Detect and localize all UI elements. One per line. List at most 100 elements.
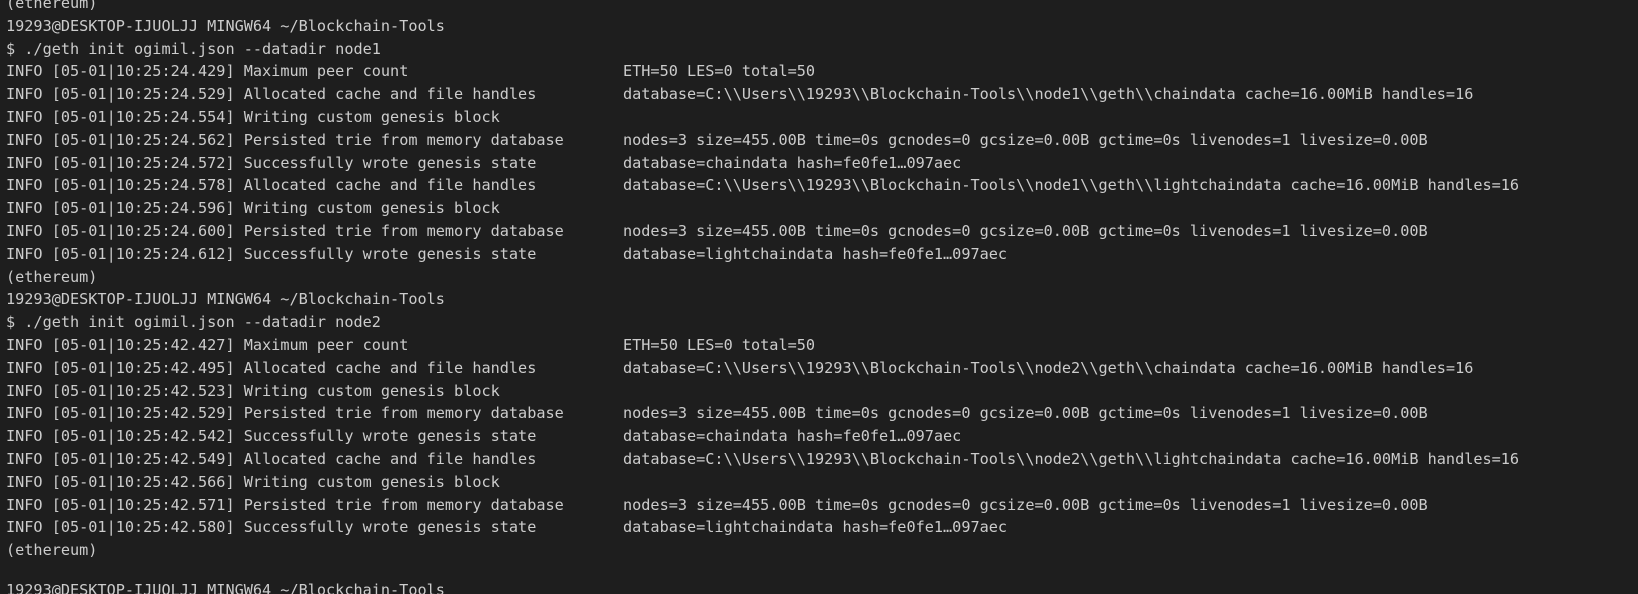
log-prefix: INFO [05-01|10:25:24.600] — [6, 221, 244, 240]
terminal-window[interactable]: (ethereum) 19293@DESKTOP-IJUOLJJ MINGW64 … — [0, 0, 1638, 594]
log-left-column: INFO [05-01|10:25:24.554] Writing custom… — [6, 106, 623, 129]
log-line: INFO [05-01|10:25:42.529] Persisted trie… — [6, 402, 1519, 425]
log-prefix: INFO [05-01|10:25:24.554] — [6, 107, 244, 126]
log-left-column: INFO [05-01|10:25:42.495] Allocated cach… — [6, 357, 623, 380]
log-message: Allocated cache and file handles — [243, 449, 537, 468]
log-prefix: INFO [05-01|10:25:42.549] — [6, 449, 244, 468]
log-left-column: INFO [05-01|10:25:24.596] Writing custom… — [6, 197, 623, 220]
log-fields: ETH=50 LES=0 total=50 — [623, 335, 816, 354]
log-left-column: INFO [05-01|10:25:42.427] Maximum peer c… — [6, 334, 623, 357]
log-message: Allocated cache and file handles — [243, 176, 537, 195]
log-fields: database=chaindata hash=fe0fe1…097aec — [623, 153, 962, 172]
log-fields: database=chaindata hash=fe0fe1…097aec — [623, 427, 962, 446]
log-line: INFO [05-01|10:25:42.549] Allocated cach… — [6, 448, 1519, 471]
log-line: INFO [05-01|10:25:24.596] Writing custom… — [6, 197, 1519, 220]
log-left-column: INFO [05-01|10:25:42.566] Writing custom… — [6, 471, 623, 494]
log-line: INFO [05-01|10:25:42.542] Successfully w… — [6, 425, 1519, 448]
log-left-column: INFO [05-01|10:25:42.580] Successfully w… — [6, 516, 623, 539]
command-text: $ ./geth init ogimil.json --datadir node… — [6, 39, 381, 58]
prompt-line: 19293@DESKTOP-IJUOLJJ MINGW64 ~/Blockcha… — [6, 15, 1519, 38]
prompt-line: 19293@DESKTOP-IJUOLJJ MINGW64 ~/Blockcha… — [6, 288, 1519, 311]
prompt-text: (ethereum) — [6, 541, 98, 560]
log-line: INFO [05-01|10:25:42.580] Successfully w… — [6, 516, 1519, 539]
prompt-text: (ethereum) — [6, 267, 98, 286]
log-left-column: INFO [05-01|10:25:42.542] Successfully w… — [6, 425, 623, 448]
log-left-column: INFO [05-01|10:25:42.523] Writing custom… — [6, 380, 623, 403]
log-prefix: INFO [05-01|10:25:24.562] — [6, 130, 244, 149]
command-text: $ ./geth init ogimil.json --datadir node… — [6, 313, 381, 332]
log-line: INFO [05-01|10:25:24.578] Allocated cach… — [6, 174, 1519, 197]
log-prefix: INFO [05-01|10:25:42.566] — [6, 472, 244, 491]
log-line: INFO [05-01|10:25:24.600] Persisted trie… — [6, 220, 1519, 243]
log-prefix: INFO [05-01|10:25:24.529] — [6, 85, 244, 104]
log-message: Successfully wrote genesis state — [243, 518, 537, 537]
log-message: Writing custom genesis block — [243, 381, 500, 400]
log-line: INFO [05-01|10:25:24.562] Persisted trie… — [6, 129, 1519, 152]
log-left-column: INFO [05-01|10:25:42.571] Persisted trie… — [6, 494, 623, 517]
log-message: Persisted trie from memory database — [243, 130, 564, 149]
log-message: Persisted trie from memory database — [243, 221, 564, 240]
prompt-text: (ethereum) — [6, 0, 98, 12]
log-fields: database=C:\\Users\\19293\\Blockchain-To… — [623, 358, 1474, 377]
log-prefix: INFO [05-01|10:25:42.523] — [6, 381, 244, 400]
command-line: $ ./geth init ogimil.json --datadir node… — [6, 38, 1519, 61]
log-fields: nodes=3 size=455.00B time=0s gcnodes=0 g… — [623, 495, 1428, 514]
log-prefix: INFO [05-01|10:25:42.427] — [6, 335, 244, 354]
partial-prompt-text: 19293@DESKTOP-IJUOLJJ MINGW64 ~/Blockcha… — [6, 581, 445, 594]
prompt-text: 19293@DESKTOP-IJUOLJJ MINGW64 ~/Blockcha… — [6, 290, 445, 309]
log-left-column: INFO [05-01|10:25:24.429] Maximum peer c… — [6, 60, 623, 83]
log-prefix: INFO [05-01|10:25:42.495] — [6, 358, 244, 377]
prompt-text: 19293@DESKTOP-IJUOLJJ MINGW64 ~/Blockcha… — [6, 16, 445, 35]
command-line: $ ./geth init ogimil.json --datadir node… — [6, 311, 1519, 334]
log-message: Persisted trie from memory database — [243, 495, 564, 514]
log-prefix: INFO [05-01|10:25:24.578] — [6, 176, 244, 195]
log-fields: database=lightchaindata hash=fe0fe1…097a… — [623, 244, 1008, 263]
log-left-column: INFO [05-01|10:25:24.572] Successfully w… — [6, 152, 623, 175]
log-left-column: INFO [05-01|10:25:24.529] Allocated cach… — [6, 83, 623, 106]
log-message: Writing custom genesis block — [243, 472, 500, 491]
log-fields: database=C:\\Users\\19293\\Blockchain-To… — [623, 85, 1474, 104]
log-prefix: INFO [05-01|10:25:24.572] — [6, 153, 244, 172]
log-fields: nodes=3 size=455.00B time=0s gcnodes=0 g… — [623, 404, 1428, 423]
log-message: Writing custom genesis block — [243, 199, 500, 218]
log-left-column: INFO [05-01|10:25:42.529] Persisted trie… — [6, 402, 623, 425]
log-prefix: INFO [05-01|10:25:24.429] — [6, 62, 244, 81]
log-message: Allocated cache and file handles — [243, 85, 537, 104]
log-prefix: INFO [05-01|10:25:42.542] — [6, 427, 244, 446]
log-line: INFO [05-01|10:25:24.529] Allocated cach… — [6, 83, 1519, 106]
log-line: INFO [05-01|10:25:24.554] Writing custom… — [6, 106, 1519, 129]
log-line: INFO [05-01|10:25:24.572] Successfully w… — [6, 152, 1519, 175]
log-message: Persisted trie from memory database — [243, 404, 564, 423]
log-message: Writing custom genesis block — [243, 107, 500, 126]
log-line: INFO [05-01|10:25:24.429] Maximum peer c… — [6, 60, 1519, 83]
log-message: Allocated cache and file handles — [243, 358, 537, 377]
log-prefix: INFO [05-01|10:25:24.596] — [6, 199, 244, 218]
terminal-partial-line: 19293@DESKTOP-IJUOLJJ MINGW64 ~/Blockcha… — [6, 579, 466, 594]
log-fields: database=lightchaindata hash=fe0fe1…097a… — [623, 518, 1008, 537]
log-left-column: INFO [05-01|10:25:24.612] Successfully w… — [6, 243, 623, 266]
log-left-column: INFO [05-01|10:25:24.562] Persisted trie… — [6, 129, 623, 152]
log-fields: database=C:\\Users\\19293\\Blockchain-To… — [623, 449, 1520, 468]
log-prefix: INFO [05-01|10:25:24.612] — [6, 244, 244, 263]
log-left-column: INFO [05-01|10:25:24.600] Persisted trie… — [6, 220, 623, 243]
log-line: INFO [05-01|10:25:42.566] Writing custom… — [6, 471, 1519, 494]
log-prefix: INFO [05-01|10:25:42.529] — [6, 404, 244, 423]
log-line: INFO [05-01|10:25:42.427] Maximum peer c… — [6, 334, 1519, 357]
log-prefix: INFO [05-01|10:25:42.580] — [6, 518, 244, 537]
log-fields: nodes=3 size=455.00B time=0s gcnodes=0 g… — [623, 221, 1428, 240]
prompt-line: (ethereum) — [6, 539, 1519, 562]
prompt-line: (ethereum) — [6, 266, 1519, 289]
log-line: INFO [05-01|10:25:24.612] Successfully w… — [6, 243, 1519, 266]
log-message: Maximum peer count — [243, 335, 409, 354]
log-message: Maximum peer count — [243, 62, 409, 81]
log-line: INFO [05-01|10:25:42.571] Persisted trie… — [6, 494, 1519, 517]
log-message: Successfully wrote genesis state — [243, 427, 537, 446]
log-fields: nodes=3 size=455.00B time=0s gcnodes=0 g… — [623, 130, 1428, 149]
log-fields: ETH=50 LES=0 total=50 — [623, 62, 816, 81]
log-message: Successfully wrote genesis state — [243, 244, 537, 263]
log-message: Successfully wrote genesis state — [243, 153, 537, 172]
log-line: INFO [05-01|10:25:42.495] Allocated cach… — [6, 357, 1519, 380]
log-fields: database=C:\\Users\\19293\\Blockchain-To… — [623, 176, 1520, 195]
log-left-column: INFO [05-01|10:25:24.578] Allocated cach… — [6, 174, 623, 197]
terminal-output: (ethereum) 19293@DESKTOP-IJUOLJJ MINGW64 … — [6, 0, 1519, 562]
